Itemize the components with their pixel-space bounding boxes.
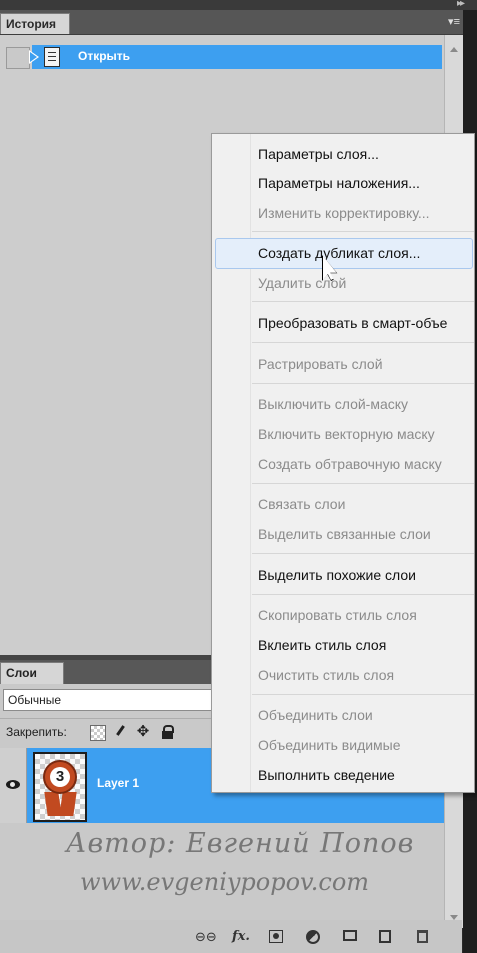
menu-item-link-layers: Связать слои xyxy=(258,496,346,512)
eye-icon[interactable] xyxy=(6,780,20,789)
menu-item-merge-visible: Объединить видимые xyxy=(258,737,401,753)
link-icon[interactable]: ⊖⊖ xyxy=(195,930,217,944)
lock-position-move-icon[interactable]: ✥ xyxy=(136,724,150,739)
menu-separator xyxy=(252,553,474,554)
menu-item-rasterize-layer: Растрировать слой xyxy=(258,356,383,372)
menu-item-flatten-image[interactable]: Выполнить сведение xyxy=(258,767,395,783)
adjustment-icon[interactable] xyxy=(306,930,320,944)
watermark-author: Автор: Евгений Попов xyxy=(66,828,415,859)
panel-menu-icon[interactable]: ▾≡ xyxy=(448,15,460,28)
menu-item-merge-layers: Объединить слои xyxy=(258,707,373,723)
menu-separator xyxy=(252,594,474,595)
menu-item-clear-layer-style: Очистить стиль слоя xyxy=(258,667,395,683)
menu-separator xyxy=(252,694,474,695)
lock-label: Закрепить: xyxy=(6,725,67,739)
menu-item-blending-options[interactable]: Параметры наложения... xyxy=(258,175,420,191)
lock-all-icon[interactable] xyxy=(160,725,174,739)
medal-number: 3 xyxy=(50,767,70,787)
menu-item-disable-layer-mask: Выключить слой-маску xyxy=(258,396,409,412)
snapshot-checkbox[interactable] xyxy=(6,47,30,69)
layer-name[interactable]: Layer 1 xyxy=(97,776,139,790)
scroll-up-icon[interactable] xyxy=(450,47,458,52)
mask-icon[interactable] xyxy=(269,930,283,943)
tab-history[interactable]: История xyxy=(0,13,70,34)
lock-pixels-brush-icon[interactable] xyxy=(113,725,127,739)
layers-bottom-toolbar: ⊖⊖ fx. xyxy=(0,920,462,953)
menu-item-convert-smart-object[interactable]: Преобразовать в смарт-объе xyxy=(258,315,447,331)
folder-icon[interactable] xyxy=(343,930,357,941)
history-tabbar: История ▾≡ xyxy=(0,10,464,35)
lock-transparency-icon[interactable] xyxy=(90,725,106,741)
menu-separator xyxy=(252,342,474,343)
layer-context-menu: Параметры слоя... Параметры наложения...… xyxy=(211,133,475,793)
history-state-row[interactable]: Открыть xyxy=(2,43,442,69)
menu-separator xyxy=(252,483,474,484)
tab-layers[interactable]: Слои xyxy=(0,662,64,684)
menu-item-select-similar-layers[interactable]: Выделить похожие слои xyxy=(258,567,416,583)
menu-item-edit-adjustment: Изменить корректировку... xyxy=(258,205,430,221)
history-state-marker-icon xyxy=(29,50,39,64)
ribbon-right xyxy=(59,792,77,816)
visibility-toggle[interactable] xyxy=(0,748,27,823)
menu-separator xyxy=(252,383,474,384)
medal-icon: 3 xyxy=(43,760,77,794)
menu-item-create-clipping-mask: Создать обтравочную маску xyxy=(258,456,442,472)
menu-separator xyxy=(252,231,474,232)
menu-item-copy-layer-style: Скопировать стиль слоя xyxy=(258,607,417,623)
menu-item-layer-properties[interactable]: Параметры слоя... xyxy=(258,146,379,162)
menu-icon-gutter xyxy=(212,134,251,792)
menu-separator xyxy=(252,301,474,302)
new-layer-icon[interactable] xyxy=(379,930,391,943)
expand-panels-icon[interactable]: ▸▸ xyxy=(457,0,465,9)
top-strip: ▸▸ xyxy=(0,0,477,10)
menu-item-paste-layer-style[interactable]: Вклеить стиль слоя xyxy=(258,637,386,653)
trash-icon[interactable] xyxy=(417,930,428,943)
history-state-label: Открыть xyxy=(78,49,131,63)
document-icon xyxy=(44,47,60,67)
fx-icon[interactable]: fx. xyxy=(232,930,250,944)
layer-thumbnail[interactable]: 3 xyxy=(33,752,87,822)
menu-item-delete-layer: Удалить слой xyxy=(258,275,347,291)
menu-item-select-linked-layers: Выделить связанные слои xyxy=(258,526,431,542)
watermark-url: www.evgeniypopov.com xyxy=(80,868,370,896)
menu-item-duplicate-layer[interactable]: Создать дубликат слоя... xyxy=(258,245,420,261)
menu-item-enable-vector-mask: Включить векторную маску xyxy=(258,426,435,442)
